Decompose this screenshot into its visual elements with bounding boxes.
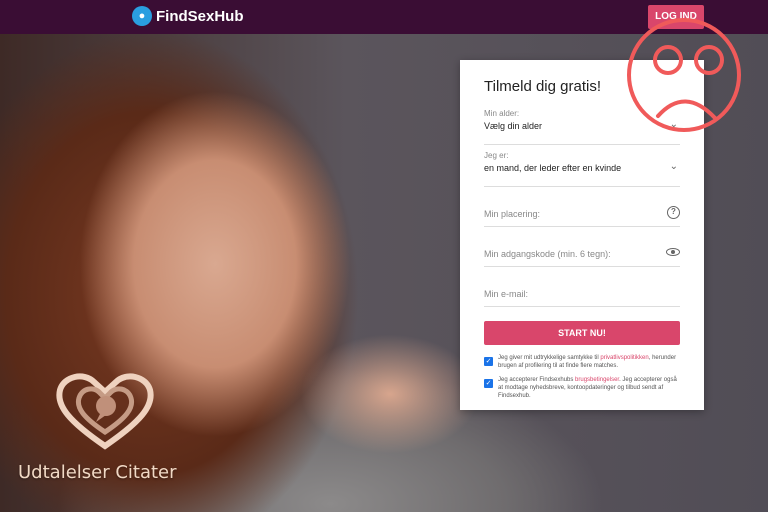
privacy-policy-link[interactable]: privatlivspolitikken bbox=[600, 355, 648, 361]
terms-consent-row: ✓ Jeg accepterer Findsexhubs brugsbeting… bbox=[484, 376, 680, 400]
age-label: Min alder: bbox=[484, 109, 520, 118]
email-input[interactable]: Min e-mail: bbox=[484, 269, 680, 307]
logo-icon: ● bbox=[132, 6, 152, 26]
hero-photo-detail bbox=[300, 334, 480, 454]
terms-link[interactable]: brugsbetingelser bbox=[575, 377, 619, 383]
gender-label: Jeg er: bbox=[484, 151, 509, 160]
privacy-consent-row: ✓ Jeg giver mit udtrykkelige samtykke ti… bbox=[484, 354, 680, 370]
privacy-consent-text: Jeg giver mit udtrykkelige samtykke til … bbox=[498, 354, 680, 370]
password-input[interactable]: Min adgangskode (min. 6 tegn): bbox=[484, 229, 680, 267]
terms-consent-checkbox[interactable]: ✓ bbox=[484, 379, 493, 388]
location-input[interactable]: Min placering: ? bbox=[484, 189, 680, 227]
email-placeholder: Min e-mail: bbox=[484, 289, 529, 299]
eye-icon[interactable] bbox=[666, 248, 680, 256]
heart-speech-icon bbox=[56, 373, 154, 450]
consent1-text-pre: Jeg giver mit udtrykkelige samtykke til bbox=[498, 355, 601, 361]
privacy-consent-checkbox[interactable]: ✓ bbox=[484, 357, 493, 366]
sad-face-icon bbox=[627, 18, 741, 132]
gender-select[interactable]: Jeg er: en mand, der leder efter en kvin… bbox=[484, 147, 680, 187]
question-icon[interactable]: ? bbox=[667, 206, 680, 219]
gender-value: en mand, der leder efter en kvinde bbox=[484, 163, 622, 173]
age-value: Vælg din alder bbox=[484, 121, 543, 131]
watermark-text: Udtalelser Citater bbox=[18, 462, 177, 483]
location-placeholder: Min placering: bbox=[484, 209, 541, 219]
consent2-text-pre: Jeg accepterer Findsexhubs bbox=[498, 377, 576, 383]
password-placeholder: Min adgangskode (min. 6 tegn): bbox=[484, 249, 611, 259]
chevron-down-icon: ⌄ bbox=[669, 161, 678, 172]
site-logo[interactable]: ● FindSexHub bbox=[132, 5, 244, 27]
start-button[interactable]: START NU! bbox=[484, 321, 680, 345]
terms-consent-text: Jeg accepterer Findsexhubs brugsbetingel… bbox=[498, 376, 680, 400]
logo-text: FindSexHub bbox=[156, 7, 244, 25]
watermark: Udtalelser Citater bbox=[18, 370, 198, 485]
